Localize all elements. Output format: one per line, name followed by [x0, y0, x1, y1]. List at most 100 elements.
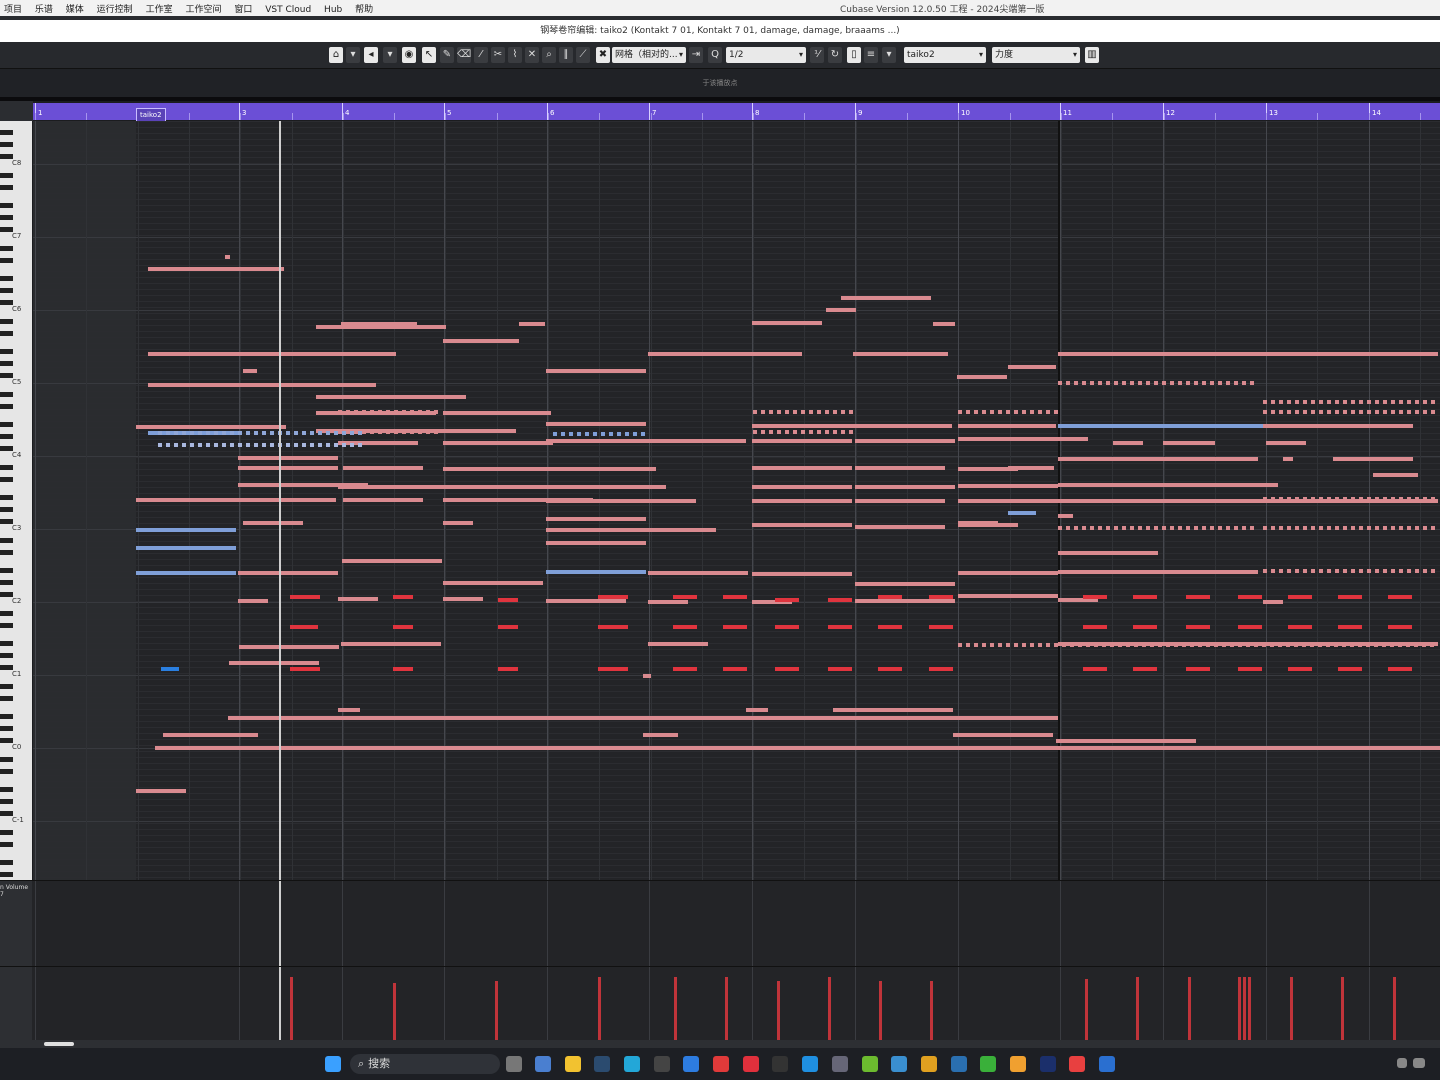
steam-icon[interactable]: [594, 1056, 610, 1072]
midi-note[interactable]: [1287, 410, 1291, 414]
midi-note[interactable]: [443, 441, 553, 445]
midi-note[interactable]: [958, 643, 962, 647]
midi-note[interactable]: [1302, 643, 1306, 647]
midi-note[interactable]: [1303, 569, 1307, 573]
midi-note[interactable]: [648, 571, 748, 575]
midi-note[interactable]: [443, 339, 519, 343]
midi-note[interactable]: [929, 595, 953, 599]
midi-note[interactable]: [793, 410, 797, 414]
midi-note[interactable]: [1178, 526, 1182, 530]
midi-note[interactable]: [1343, 526, 1347, 530]
midi-note[interactable]: [1058, 551, 1158, 555]
pencil-icon[interactable]: ⟋: [576, 47, 590, 63]
midi-note[interactable]: [378, 430, 382, 434]
midi-note[interactable]: [723, 625, 747, 629]
midi-note[interactable]: [1030, 643, 1034, 647]
midi-note[interactable]: [1058, 381, 1062, 385]
midi-note[interactable]: [198, 431, 202, 435]
midi-note[interactable]: [286, 431, 290, 435]
midi-note[interactable]: [1163, 441, 1215, 445]
menu-workspaces[interactable]: 工作空间: [185, 5, 221, 15]
midi-note[interactable]: [246, 431, 250, 435]
midi-note[interactable]: [1391, 526, 1395, 530]
midi-note[interactable]: [1006, 643, 1010, 647]
midi-note[interactable]: [1295, 400, 1299, 404]
midi-note[interactable]: [1271, 526, 1275, 530]
midi-note[interactable]: [1030, 410, 1034, 414]
black-key[interactable]: [0, 799, 13, 804]
midi-note[interactable]: [1218, 526, 1222, 530]
black-key[interactable]: [0, 203, 13, 208]
chevron-down-icon[interactable]: ▾: [346, 47, 360, 63]
midi-note[interactable]: [1008, 365, 1056, 369]
black-key[interactable]: [0, 331, 13, 336]
midi-note[interactable]: [752, 523, 852, 527]
midi-note[interactable]: [1279, 400, 1283, 404]
black-key[interactable]: [0, 538, 13, 543]
midi-note[interactable]: [1271, 400, 1275, 404]
midi-note[interactable]: [1390, 643, 1394, 647]
midi-note[interactable]: [1279, 526, 1283, 530]
app-icon[interactable]: [1010, 1056, 1026, 1072]
midi-note[interactable]: [1178, 381, 1182, 385]
volume-canvas[interactable]: [33, 881, 1440, 967]
midi-note[interactable]: [1319, 410, 1323, 414]
mixer-icon[interactable]: ▥: [1085, 47, 1099, 63]
midi-note[interactable]: [341, 322, 417, 326]
midi-note[interactable]: [238, 443, 242, 447]
midi-note[interactable]: [426, 430, 430, 434]
object-select-icon[interactable]: ↖: [422, 47, 436, 63]
line-icon[interactable]: ∥: [559, 47, 573, 63]
midi-note[interactable]: [958, 499, 1058, 503]
midi-note[interactable]: [1415, 400, 1419, 404]
midi-note[interactable]: [342, 559, 442, 563]
midi-note[interactable]: [1058, 514, 1073, 518]
midi-note[interactable]: [598, 595, 628, 599]
midi-note[interactable]: [1343, 410, 1347, 414]
midi-note[interactable]: [1014, 410, 1018, 414]
quantize-select[interactable]: 1/2 ▾: [726, 47, 806, 63]
midi-note[interactable]: [769, 430, 773, 434]
midi-note[interactable]: [1271, 410, 1275, 414]
midi-note[interactable]: [1375, 400, 1379, 404]
midi-note[interactable]: [958, 437, 1058, 441]
midi-note[interactable]: [1407, 497, 1411, 501]
midi-note[interactable]: [769, 410, 773, 414]
midi-note[interactable]: [958, 523, 1018, 527]
midi-note[interactable]: [546, 599, 626, 603]
midi-note[interactable]: [1359, 569, 1363, 573]
feedback-icon[interactable]: ◉: [402, 47, 416, 63]
midi-note[interactable]: [302, 443, 306, 447]
midi-note[interactable]: [1423, 526, 1427, 530]
midi-note[interactable]: [546, 517, 646, 521]
midi-note[interactable]: [1202, 526, 1206, 530]
midi-note[interactable]: [1058, 424, 1278, 428]
step-input-icon[interactable]: ▯: [847, 47, 861, 63]
velocity-bar[interactable]: [393, 983, 396, 1041]
midi-note[interactable]: [855, 582, 955, 586]
black-key[interactable]: [0, 142, 13, 147]
midi-note[interactable]: [643, 674, 651, 678]
midi-note[interactable]: [828, 598, 852, 602]
midi-note[interactable]: [1334, 643, 1338, 647]
midi-note[interactable]: [982, 643, 986, 647]
midi-note[interactable]: [828, 625, 852, 629]
midi-note[interactable]: [752, 485, 852, 489]
midi-note[interactable]: [238, 456, 338, 460]
black-key[interactable]: [0, 860, 13, 865]
midi-note[interactable]: [1414, 643, 1418, 647]
midi-note[interactable]: [1335, 569, 1339, 573]
midi-note[interactable]: [1288, 595, 1312, 599]
midi-note[interactable]: [1074, 381, 1078, 385]
midi-note[interactable]: [434, 430, 438, 434]
midi-note[interactable]: [206, 431, 210, 435]
midi-note[interactable]: [1114, 381, 1118, 385]
midi-note[interactable]: [1198, 643, 1202, 647]
midi-note[interactable]: [1406, 643, 1410, 647]
midi-note[interactable]: [1383, 410, 1387, 414]
midi-note[interactable]: [443, 467, 563, 471]
midi-note[interactable]: [343, 498, 423, 502]
youdao-icon[interactable]: [743, 1056, 759, 1072]
midi-note[interactable]: [1263, 400, 1267, 404]
bar-ruler[interactable]: 1 3 4 5 6 7 8 9 10 11 12 13 14: [33, 103, 1440, 120]
